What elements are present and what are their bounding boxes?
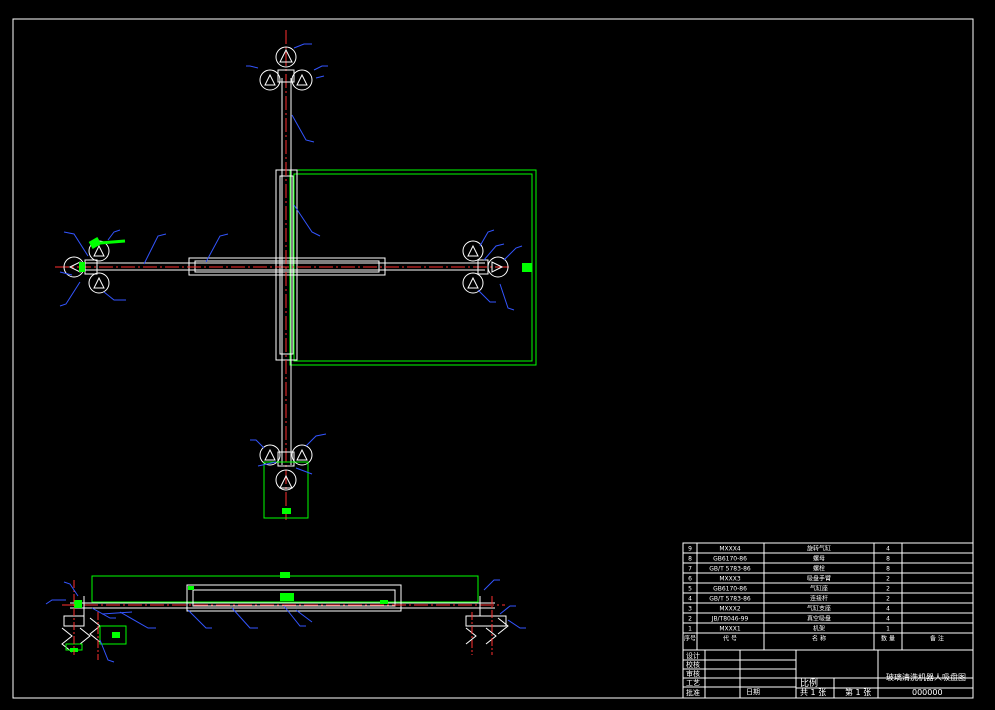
title-block-label: 设计 — [686, 651, 700, 660]
bom-cell-no: 6 — [688, 576, 692, 583]
title-block-label: 校核 — [686, 660, 700, 669]
bom-cell-qty: 8 — [886, 566, 890, 573]
bom-cell-qty: 2 — [886, 576, 890, 583]
bom-cell-code: JB/T8046-99 — [711, 616, 749, 623]
bom-cell-code: GB6170-86 — [713, 556, 747, 563]
leader-lines-side-view — [45, 579, 526, 663]
title-block-label: 批准 — [686, 688, 700, 697]
bom-cell-name: 气缸座 — [810, 585, 828, 593]
bom-cell-code: MXXX3 — [719, 576, 741, 583]
bom-cell-no: 7 — [688, 566, 692, 573]
bom-cell-no: 5 — [688, 586, 692, 593]
bom-rows: 9 MXXX4 旋转气缸 4 8 GB6170-86 螺母 8 7 GB/T 5783-86 螺栓 8… — [683, 545, 973, 643]
bom-cell-code: MXXX2 — [719, 606, 741, 613]
bom-cell-code: GB/T 5783-86 — [709, 566, 751, 573]
sheet-total: 共 1 张 — [800, 688, 826, 697]
bom-cell-no: 4 — [688, 596, 692, 603]
cad-drawing-canvas: 9 MXXX4 旋转气缸 4 8 GB6170-86 螺母 8 7 GB/T 5783-86 螺栓 8… — [12, 18, 974, 699]
date-label: 日期 — [746, 688, 760, 696]
title-block-label: 工艺 — [686, 679, 700, 687]
title-block-labels: 设计校核审核工艺批准 — [686, 651, 700, 697]
bom-cell-name: 螺母 — [813, 555, 825, 563]
bottom-cylinder-bracket — [282, 508, 291, 514]
bom-cell-name: 连接杆 — [810, 595, 828, 603]
side-arm-highlights — [188, 586, 388, 604]
bom-cell-code: GB/T 5783-86 — [709, 596, 751, 603]
bom-header-name: 名 称 — [812, 635, 826, 643]
bom-cell-name: 机架 — [813, 625, 825, 633]
title-block-label: 审核 — [686, 669, 700, 678]
bom-header-qty: 数 量 — [881, 635, 895, 643]
bom-cell-code: MXXX1 — [719, 626, 741, 633]
bom-cell-code: MXXX4 — [719, 546, 741, 553]
drawing-number: 000000 — [912, 688, 943, 697]
top-view — [55, 30, 537, 520]
bom-cell-no: 2 — [688, 616, 692, 623]
bom-cell-qty: 2 — [886, 586, 890, 593]
bom-header-note: 备 注 — [930, 635, 944, 643]
bom-cell-code: GB6170-86 — [713, 586, 747, 593]
drawing-frame — [12, 18, 974, 699]
bom-cell-name: 旋转气缸 — [807, 545, 831, 553]
bom-cell-no: 8 — [688, 556, 692, 563]
bom-table: 9 MXXX4 旋转气缸 4 8 GB6170-86 螺母 8 7 GB/T 5783-86 螺栓 8… — [682, 542, 974, 651]
bom-cell-qty: 4 — [886, 546, 890, 553]
bom-header-code: 代 号 — [723, 635, 737, 643]
bom-cell-name: 真空吸盘 — [807, 615, 831, 623]
bom-cell-qty: 1 — [886, 626, 890, 633]
bom-cell-no: 9 — [688, 546, 692, 553]
sheet-number: 第 1 张 — [845, 687, 871, 697]
bom-cell-no: 1 — [688, 626, 692, 633]
drawing-title: 玻璃清洗机器人吸盘图 — [886, 672, 966, 682]
bom-cell-name: 螺栓 — [813, 565, 825, 573]
bom-cell-qty: 4 — [886, 616, 890, 623]
bom-cell-qty: 2 — [886, 596, 890, 603]
bom-cell-name: 吸盘手臂 — [807, 575, 831, 583]
side-top-bracket — [280, 572, 290, 578]
bom-cell-name: 气缸支座 — [807, 605, 831, 613]
bom-cell-qty: 4 — [886, 606, 890, 613]
bom-cell-qty: 8 — [886, 556, 890, 563]
bom-header-no: 序号 — [684, 635, 696, 643]
title-block: 设计校核审核工艺批准 日期 比例 共 1 张 第 1 张 玻璃清洗机器人吸盘图 … — [682, 649, 974, 699]
side-view — [45, 572, 526, 663]
bom-cell-no: 3 — [688, 606, 692, 613]
guard-frame-bracket — [522, 263, 532, 272]
